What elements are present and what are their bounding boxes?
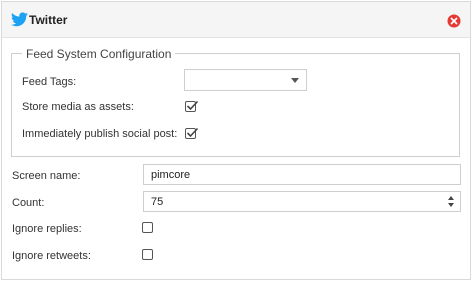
ignore-replies-checkbox[interactable] [142,222,153,233]
twitter-bird-icon [11,12,28,27]
close-circle-icon[interactable] [447,14,461,28]
count-value: 75 [151,196,164,208]
count-label: Count: [12,197,45,209]
publish-post-label: Immediately publish social post: [22,128,178,140]
feed-config-legend: Feed System Configuration [22,47,176,61]
publish-post-checkbox[interactable] [185,127,199,139]
store-media-label: Store media as assets: [22,101,134,113]
store-media-checkbox[interactable] [185,100,199,112]
ignore-retweets-checkbox[interactable] [142,249,153,260]
panel-header: Twitter [2,2,470,38]
screen-name-input[interactable]: pimcore [143,164,461,185]
ignore-replies-label: Ignore replies: [12,223,82,235]
feed-tags-label: Feed Tags: [22,76,77,88]
chevron-down-icon[interactable] [291,78,299,83]
checkmark-icon [186,127,199,138]
spin-up-icon[interactable] [448,196,454,200]
spin-down-icon[interactable] [448,203,454,207]
panel-title: Twitter [29,13,68,27]
checkmark-icon [186,100,199,111]
ignore-retweets-label: Ignore retweets: [12,250,91,262]
count-stepper[interactable]: 75 [143,191,461,212]
screen-name-label: Screen name: [12,170,81,182]
feed-tags-select[interactable] [184,69,307,91]
